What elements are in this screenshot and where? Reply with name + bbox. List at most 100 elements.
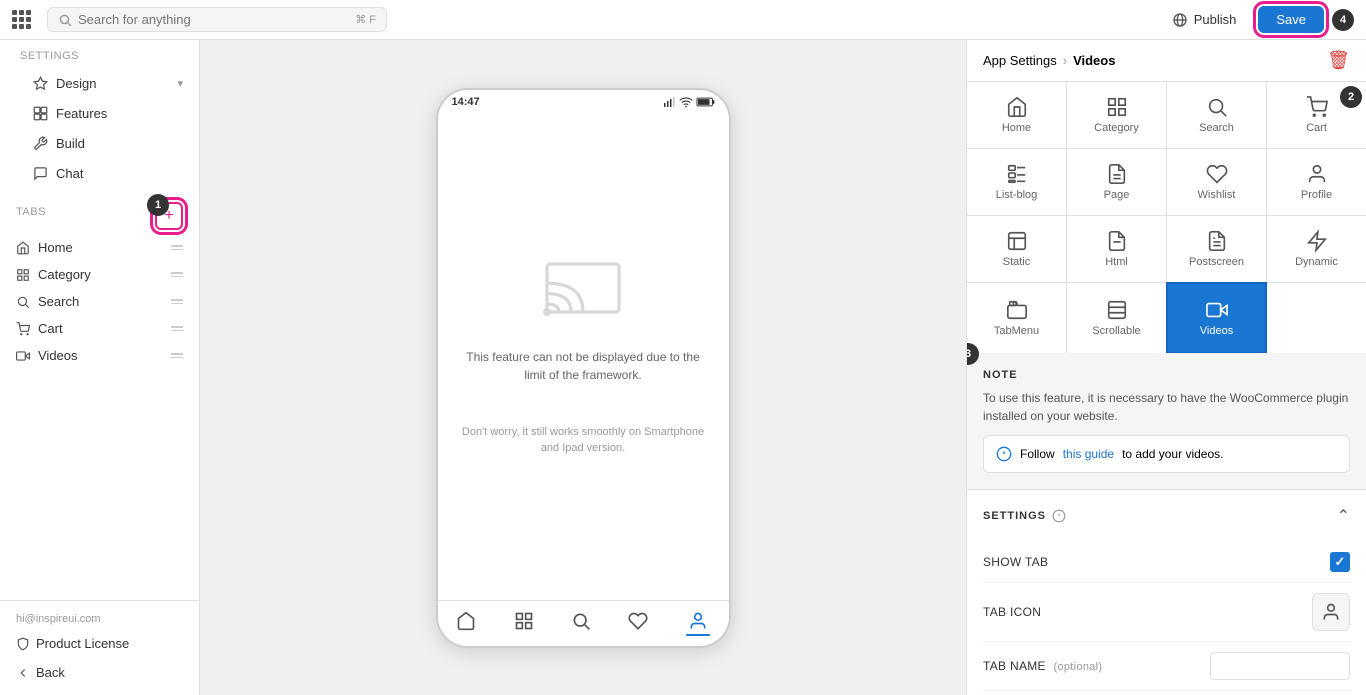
grid-icon[interactable] [12, 10, 31, 29]
icon-cell-page[interactable]: Page [1067, 149, 1166, 215]
profile-grid-icon [1306, 163, 1328, 185]
icon-cell-home-label: Home [1002, 122, 1031, 134]
sidebar-tab-videos[interactable]: Videos [0, 342, 199, 369]
globe-icon [1172, 12, 1188, 28]
settings-label: Settings [16, 50, 199, 62]
setting-row-tab-name: TAB NAME (optional) [983, 642, 1350, 691]
videos-drag-handle[interactable] [171, 353, 183, 358]
icon-cell-videos[interactable]: Videos [1167, 283, 1266, 353]
preview-area: 14:47 This feature can [200, 40, 966, 695]
info-icon [996, 446, 1012, 462]
collapse-button[interactable]: ⌃ [1337, 506, 1350, 526]
note-title: NOTE [983, 369, 1350, 381]
postscreen-grid-icon [1206, 230, 1228, 252]
back-icon [16, 666, 30, 680]
nav-category[interactable] [514, 611, 534, 636]
icon-cell-listblog-label: List-blog [996, 189, 1038, 201]
home-tab-label: Home [38, 240, 73, 255]
chat-label: Chat [56, 166, 83, 181]
breadcrumb-parent[interactable]: App Settings [983, 53, 1057, 68]
search-tab-icon [16, 295, 30, 309]
icon-cell-wishlist[interactable]: Wishlist [1167, 149, 1266, 215]
tabmenu-grid-icon [1006, 299, 1028, 321]
show-tab-label: SHOW TAB [983, 555, 1048, 569]
videos-grid-icon [1206, 299, 1228, 321]
note-guide-link[interactable]: this guide [1063, 447, 1114, 461]
icon-cell-category[interactable]: Category [1067, 82, 1166, 148]
icon-cell-search-label: Search [1199, 122, 1234, 134]
search-tab-label: Search [38, 294, 79, 309]
nav-home[interactable] [456, 611, 476, 636]
sidebar-item-build[interactable]: Build [16, 128, 199, 158]
tab-icon-selector[interactable] [1312, 593, 1350, 631]
settings-info-icon[interactable] [1052, 509, 1066, 523]
icon-cell-category-label: Category [1094, 122, 1139, 134]
show-tab-checkbox[interactable] [1330, 552, 1350, 572]
back-button[interactable]: Back [0, 658, 199, 687]
tab-icon-label: TAB ICON [983, 605, 1041, 619]
search-bar[interactable]: ⌘ F [47, 7, 387, 32]
delete-button[interactable]: 🗑 [1327, 50, 1350, 71]
breadcrumb-separator: › [1063, 53, 1067, 68]
category-grid-icon [1106, 96, 1128, 118]
setting-row-tab-icon: TAB ICON [983, 583, 1350, 642]
nav-wishlist[interactable] [628, 611, 648, 636]
wifi-icon [679, 97, 693, 107]
phone-frame: 14:47 This feature can [436, 88, 731, 648]
signal-icon [663, 96, 675, 108]
product-license-label: Product License [36, 636, 129, 651]
category-drag-handle[interactable] [171, 272, 183, 277]
main-layout: Settings Design ▾ Features Build [0, 40, 1366, 695]
features-icon [32, 105, 48, 121]
icon-cell-postscreen[interactable]: Postscreen [1167, 216, 1266, 282]
phone-bottom-nav [438, 600, 729, 646]
sidebar-item-design[interactable]: Design ▾ [16, 68, 199, 98]
nav-search[interactable] [571, 611, 591, 636]
note-guide: Follow this guide to add your videos. [983, 435, 1350, 473]
design-label: Design [56, 76, 96, 91]
topbar-right: Publish Save 4 [1158, 6, 1354, 34]
icon-cell-scrollable[interactable]: Scrollable [1067, 283, 1166, 353]
sidebar-item-chat[interactable]: Chat [16, 158, 199, 188]
icon-cell-profile[interactable]: Profile [1267, 149, 1366, 215]
topbar: ⌘ F Publish Save 4 [0, 0, 1366, 40]
wishlist-grid-icon [1206, 163, 1228, 185]
step-badge-1: 1 [147, 194, 169, 216]
tab-name-input[interactable] [1210, 652, 1350, 680]
home-drag-handle[interactable] [171, 245, 183, 250]
sidebar-tab-category[interactable]: Category [0, 261, 199, 288]
search-shortcut: ⌘ F [355, 13, 376, 26]
cast-icon [543, 257, 623, 332]
sidebar-tab-search[interactable]: Search [0, 288, 199, 315]
note-guide-post: to add your videos. [1122, 447, 1223, 461]
step-badge-2: 2 [1340, 86, 1362, 108]
category-tab-label: Category [38, 267, 91, 282]
build-label: Build [56, 136, 85, 151]
save-button[interactable]: Save [1258, 6, 1324, 33]
chat-icon [32, 165, 48, 181]
product-license[interactable]: Product License [0, 629, 199, 658]
note-text: To use this feature, it is necessary to … [983, 389, 1350, 425]
settings-title: SETTINGS [983, 509, 1066, 523]
sidebar-tab-home[interactable]: Home [0, 234, 199, 261]
cart-grid-icon [1306, 96, 1328, 118]
icon-cell-html[interactable]: Html [1067, 216, 1166, 282]
icon-cell-home[interactable]: Home [967, 82, 1066, 148]
cart-drag-handle[interactable] [171, 326, 183, 331]
icon-cell-listblog[interactable]: List-blog [967, 149, 1066, 215]
icon-cell-dynamic[interactable]: Dynamic [1267, 216, 1366, 282]
icon-cell-static[interactable]: Static [967, 216, 1066, 282]
videos-tab-icon [16, 349, 30, 363]
icon-cell-tabmenu[interactable]: TabMenu [967, 283, 1066, 353]
sidebar-item-features[interactable]: Features [16, 98, 199, 128]
publish-button[interactable]: Publish [1158, 6, 1251, 34]
search-drag-handle[interactable] [171, 299, 183, 304]
sidebar-tab-cart[interactable]: Cart [0, 315, 199, 342]
search-grid-icon [1206, 96, 1228, 118]
nav-profile[interactable] [686, 611, 710, 636]
phone-status-bar: 14:47 [438, 90, 729, 114]
search-input[interactable] [78, 12, 258, 27]
icon-cell-search[interactable]: Search [1167, 82, 1266, 148]
icon-cell-cart-label: Cart [1306, 122, 1327, 134]
cart-tab-icon [16, 322, 30, 336]
